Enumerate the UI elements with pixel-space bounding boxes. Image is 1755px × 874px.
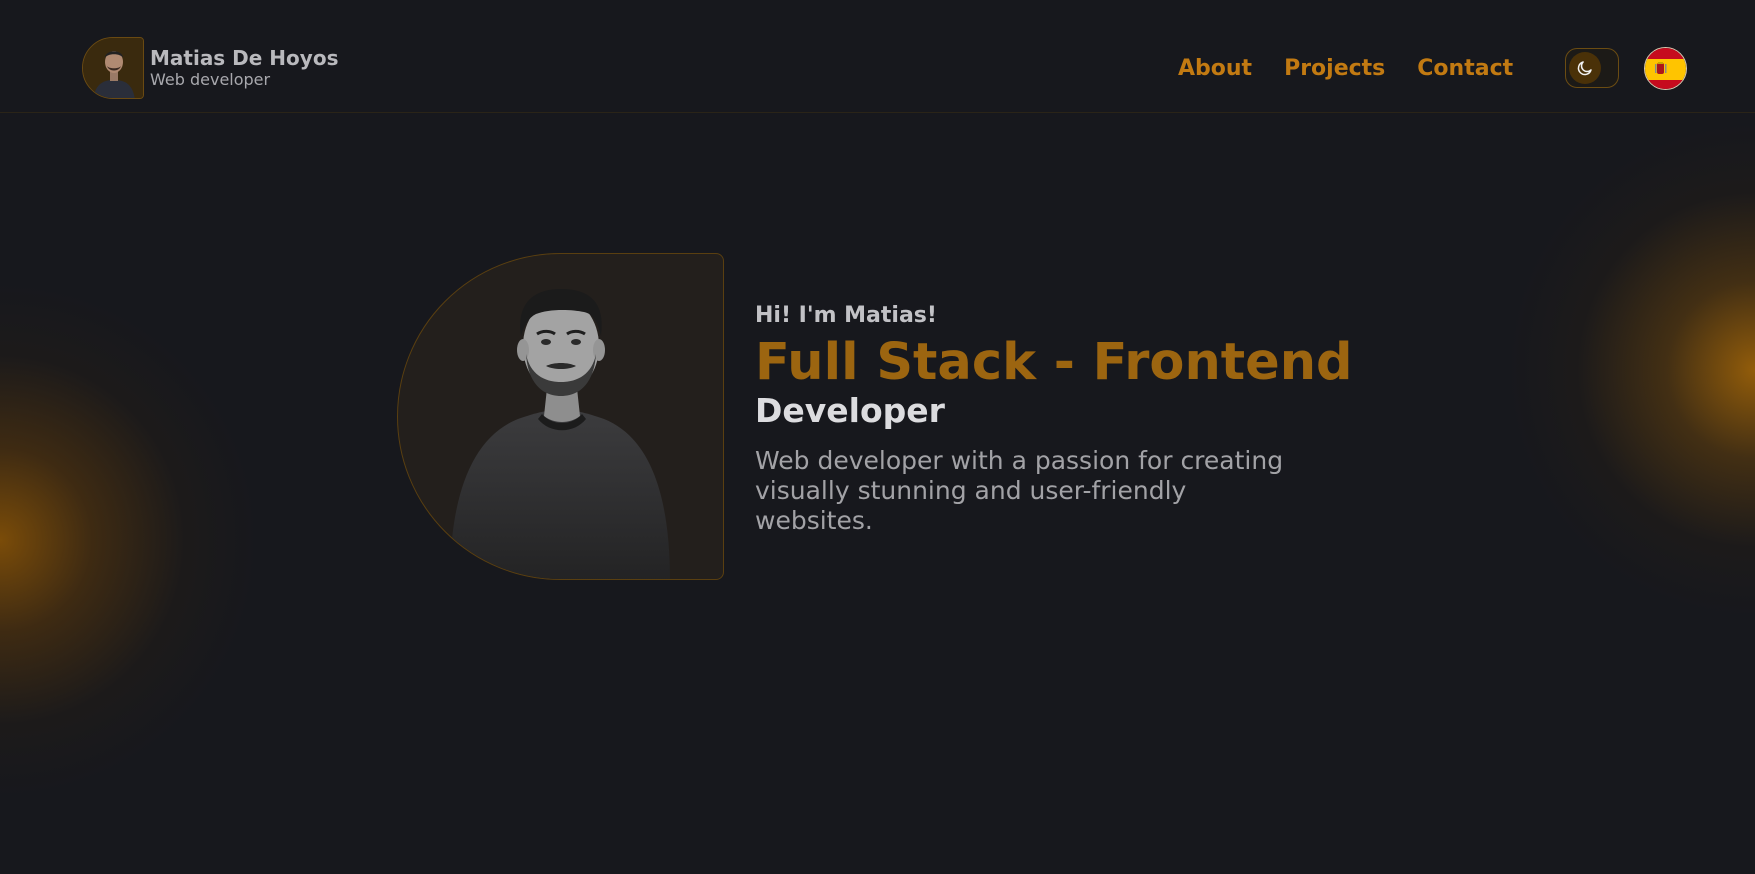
brand-name: Matias De Hoyos: [150, 46, 339, 70]
portrait-person-icon: [450, 289, 670, 579]
theme-toggle[interactable]: [1565, 48, 1619, 88]
hero-text: Hi! I'm Matias! Full Stack - Frontend De…: [755, 298, 1355, 536]
avatar: [82, 37, 144, 99]
page: Matias De Hoyos Web developer About Proj…: [0, 0, 1755, 874]
nav-link-contact[interactable]: Contact: [1417, 54, 1513, 84]
brand-role: Web developer: [150, 70, 271, 89]
nav-link-about[interactable]: About: [1178, 54, 1252, 84]
hero-description: Web developer with a passion for creatin…: [755, 446, 1284, 535]
hero-title: Full Stack - Frontend: [755, 333, 1353, 392]
moon-icon: [1577, 61, 1592, 76]
background-glow-right: [1505, 120, 1755, 620]
nav-link-projects[interactable]: Projects: [1284, 54, 1385, 84]
avatar-person-icon: [83, 38, 143, 98]
spain-flag-icon: [1645, 48, 1686, 89]
language-switch[interactable]: [1644, 47, 1687, 90]
theme-toggle-knob: [1569, 52, 1601, 84]
background-glow-left: [0, 280, 260, 800]
hero-greeting: Hi! I'm Matias!: [755, 303, 937, 328]
hero-portrait: [397, 253, 724, 580]
main-nav: About Projects Contact: [1178, 54, 1545, 84]
hero-subtitle: Developer: [755, 391, 945, 430]
site-header: Matias De Hoyos Web developer About Proj…: [0, 0, 1755, 113]
brand[interactable]: Matias De Hoyos Web developer: [82, 37, 338, 99]
